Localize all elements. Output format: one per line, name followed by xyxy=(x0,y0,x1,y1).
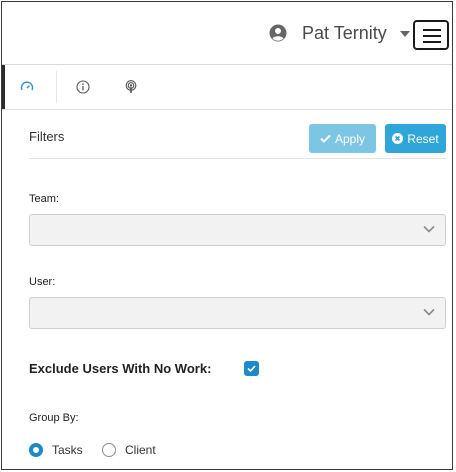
gauge-icon xyxy=(20,81,33,91)
apply-button[interactable]: Apply xyxy=(309,124,376,153)
tab-podcast[interactable] xyxy=(108,65,154,109)
user-select[interactable] xyxy=(29,297,446,329)
filter-panel: Pat Ternity Filters Apply Reset Team: Us… xyxy=(1,1,453,470)
close-circle-icon xyxy=(392,133,404,144)
tab-divider xyxy=(56,71,57,103)
user-label: User: xyxy=(29,276,56,288)
team-label: Team: xyxy=(29,193,59,205)
tab-dashboard[interactable] xyxy=(2,65,48,109)
group-by-label: Group By: xyxy=(29,412,79,424)
checkmark-icon xyxy=(320,134,331,143)
panel-tabs xyxy=(2,65,452,110)
tab-info[interactable] xyxy=(60,65,106,109)
radio-tasks[interactable] xyxy=(29,443,43,457)
exclude-users-checkbox[interactable] xyxy=(244,361,259,376)
hamburger-line xyxy=(423,41,441,43)
radio-tasks-label[interactable]: Tasks xyxy=(52,443,83,457)
reset-button[interactable]: Reset xyxy=(385,124,446,153)
check-icon xyxy=(247,365,256,372)
reset-label: Reset xyxy=(407,131,439,146)
user-name[interactable]: Pat Ternity xyxy=(302,23,387,44)
info-icon xyxy=(76,80,90,94)
caret-down-icon[interactable] xyxy=(400,31,410,37)
apply-label: Apply xyxy=(334,131,366,146)
radio-client-label[interactable]: Client xyxy=(125,443,156,457)
top-header: Pat Ternity xyxy=(2,2,452,65)
podcast-icon xyxy=(125,80,137,93)
user-circle-icon[interactable] xyxy=(269,24,287,42)
team-select[interactable] xyxy=(29,214,446,246)
hamburger-menu-button[interactable] xyxy=(413,20,449,50)
chevron-down-icon xyxy=(423,225,435,233)
hamburger-line xyxy=(423,35,441,37)
filters-divider xyxy=(29,158,446,159)
filters-heading: Filters xyxy=(29,129,65,144)
exclude-users-label: Exclude Users With No Work: xyxy=(29,361,212,376)
chevron-down-icon xyxy=(423,308,435,316)
hamburger-line xyxy=(423,29,441,31)
radio-client[interactable] xyxy=(102,443,116,457)
